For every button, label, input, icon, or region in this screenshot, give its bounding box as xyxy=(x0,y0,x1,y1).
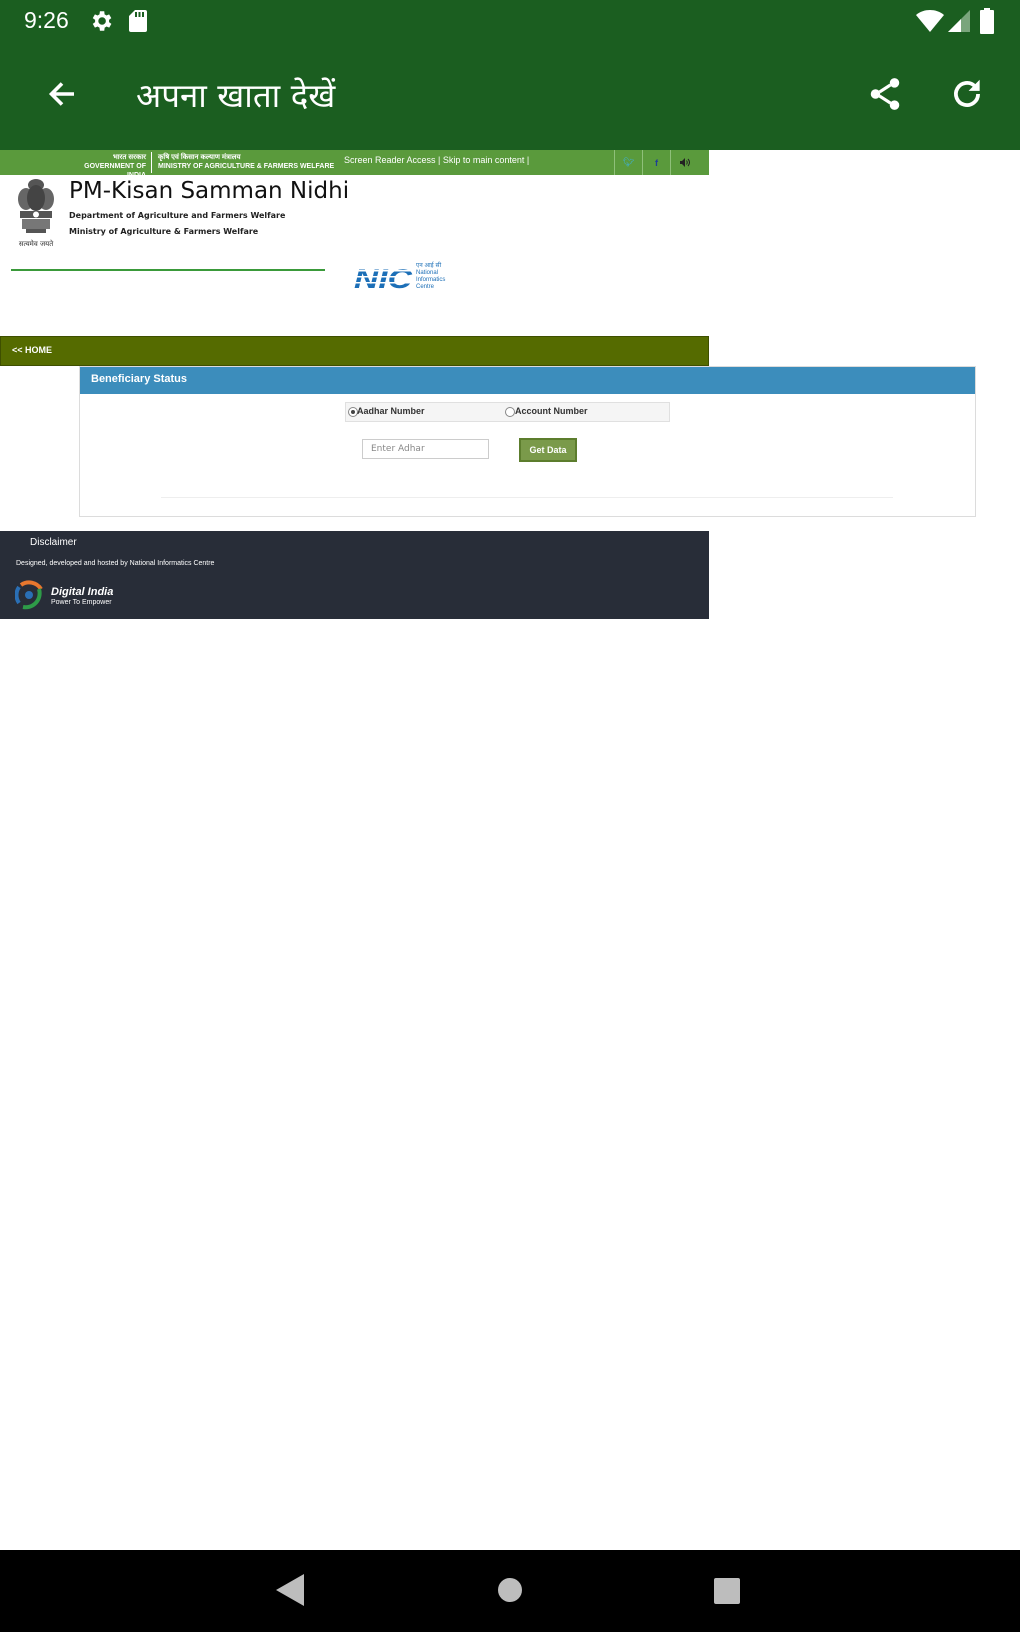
ministry-label: कृषि एवं किसान कल्याण मंत्रालय MINISTRY … xyxy=(158,153,334,171)
status-bar: 9:26 xyxy=(0,0,1020,42)
gov-hindi-text: भारत सरकार xyxy=(112,154,146,161)
battery-icon xyxy=(980,8,994,34)
back-arrow-icon[interactable] xyxy=(44,76,80,112)
site-ministry: Ministry of Agriculture & Farmers Welfar… xyxy=(69,227,259,236)
nav-recents-icon[interactable] xyxy=(714,1578,740,1604)
nic-line3: Centre xyxy=(416,284,435,290)
panel-divider xyxy=(161,497,893,498)
facebook-icon[interactable]: f xyxy=(642,150,670,175)
app-bar: अपना खाता देखें xyxy=(0,42,1020,150)
ministry-hindi-text: कृषि एवं किसान कल्याण मंत्रालय xyxy=(158,154,241,161)
emblem-motto: सत्यमेव जयते xyxy=(19,239,54,248)
panel-header: Beneficiary Status xyxy=(80,367,975,394)
nic-hindi-text: एन आई सी xyxy=(416,261,442,269)
share-icon[interactable] xyxy=(866,74,904,114)
system-nav-bar xyxy=(0,1550,1020,1632)
home-nav-bar: << HOME xyxy=(0,336,709,366)
government-strip: भारत सरकार GOVERNMENT OF INDIA कृषि एवं … xyxy=(0,150,709,179)
disclaimer-link[interactable]: Disclaimer xyxy=(30,537,77,548)
ministry-english-text: MINISTRY OF AGRICULTURE & FARMERS WELFAR… xyxy=(158,163,335,170)
footer-credit: Designed, developed and hosted by Nation… xyxy=(16,560,215,567)
twitter-icon[interactable]: 🐦︎ xyxy=(614,150,642,175)
government-of-india-label: भारत सरकार GOVERNMENT OF INDIA xyxy=(66,153,146,180)
nav-home-icon[interactable] xyxy=(498,1578,522,1602)
app-bar-title: अपना खाता देखें xyxy=(136,76,336,115)
gov-divider xyxy=(151,152,152,173)
get-data-button[interactable]: Get Data xyxy=(519,438,577,462)
digital-india-logo-icon xyxy=(15,580,43,610)
aadhar-number-label[interactable]: Aadhar Number xyxy=(357,406,425,416)
gear-icon xyxy=(92,11,112,31)
nav-back-icon[interactable] xyxy=(276,1574,306,1606)
nic-line1: National xyxy=(416,270,438,276)
site-department: Department of Agriculture and Farmers We… xyxy=(69,211,286,220)
signal-icon xyxy=(948,10,970,32)
home-link[interactable]: << HOME xyxy=(12,345,52,355)
account-number-label[interactable]: Account Number xyxy=(515,406,588,416)
digital-india-tagline: Power To Empower xyxy=(51,599,112,606)
digital-india-name: Digital India xyxy=(51,586,114,598)
refresh-icon[interactable] xyxy=(948,75,986,113)
national-emblem-logo: सत्यमेव जयते xyxy=(18,179,54,248)
aadhar-input[interactable] xyxy=(362,439,489,459)
footer: Disclaimer Designed, developed and hoste… xyxy=(0,531,709,619)
accessibility-links[interactable]: Screen Reader Access | Skip to main cont… xyxy=(344,155,529,165)
site-title: PM-Kisan Samman Nidhi xyxy=(69,178,350,204)
beneficiary-status-panel: Beneficiary Status Aadhar Number Account… xyxy=(79,366,976,517)
sd-card-icon xyxy=(129,10,147,32)
panel-title: Beneficiary Status xyxy=(91,373,187,385)
audio-icon[interactable] xyxy=(670,150,698,175)
wifi-icon xyxy=(916,10,944,32)
account-number-radio[interactable] xyxy=(505,407,515,417)
search-type-radio-group: Aadhar Number Account Number xyxy=(345,402,670,422)
nic-line2: Informatics xyxy=(416,277,445,283)
header-divider xyxy=(11,269,325,271)
status-time: 9:26 xyxy=(24,7,69,33)
nic-logo: NIC एन आई सी National Informatics Centre xyxy=(354,261,445,290)
